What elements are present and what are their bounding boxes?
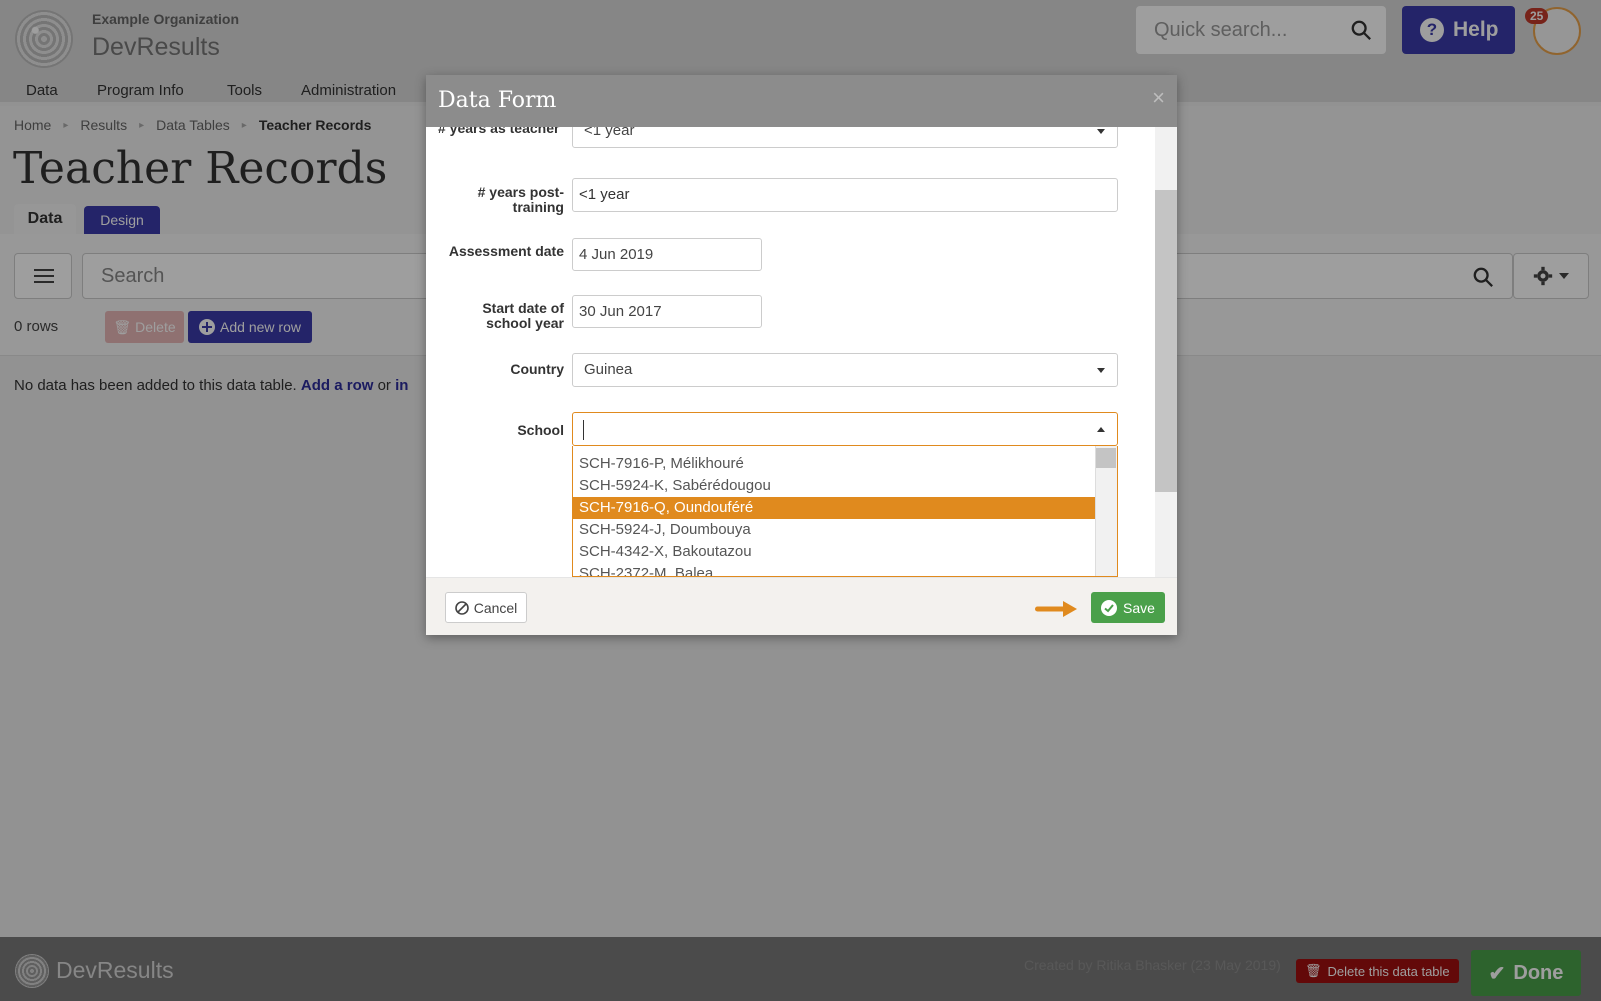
save-label: Save xyxy=(1123,599,1155,616)
caret-up-icon[interactable] xyxy=(1097,427,1105,432)
dropdown-scrollbar-thumb[interactable] xyxy=(1096,448,1116,468)
ban-icon xyxy=(454,600,469,615)
years-post-training-field[interactable]: <1 year xyxy=(572,178,1118,212)
cancel-label: Cancel xyxy=(473,599,518,616)
school-option[interactable]: SCH-5924-K, Sabérédougou xyxy=(573,475,1095,497)
modal-title: Data Form xyxy=(438,88,557,113)
cancel-button[interactable]: Cancel xyxy=(445,592,527,623)
assessment-date-label: Assessment date xyxy=(448,243,564,259)
school-option-highlighted[interactable]: SCH-7916-Q, Oundouféré xyxy=(573,497,1095,519)
school-dropdown-list: SCH-7916-P, Mélikhouré SCH-5924-K, Sabér… xyxy=(572,446,1118,577)
country-value: Guinea xyxy=(584,361,633,378)
dropdown-scrollbar[interactable] xyxy=(1095,446,1117,576)
arrow-right-icon xyxy=(1035,601,1077,617)
school-option[interactable]: SCH-2372-M, Balea xyxy=(573,563,1095,576)
school-option[interactable]: SCH-7916-P, Mélikhouré xyxy=(573,453,1095,475)
assessment-date-field[interactable]: 4 Jun 2019 xyxy=(572,238,762,271)
years-teacher-select[interactable]: <1 year xyxy=(572,127,1118,148)
modal-footer: Cancel Save xyxy=(426,577,1177,635)
start-date-field[interactable]: 30 Jun 2017 xyxy=(572,295,762,328)
modal-header: Data Form × xyxy=(426,75,1177,127)
text-cursor xyxy=(583,420,584,440)
caret-down-icon xyxy=(1097,129,1105,134)
school-option[interactable]: SCH-4342-X, Bakoutazou xyxy=(573,541,1095,563)
years-teacher-label: # years as teacher xyxy=(438,127,560,136)
save-button[interactable]: Save xyxy=(1091,592,1165,623)
school-combobox[interactable] xyxy=(572,412,1118,446)
modal-scrollbar-thumb[interactable] xyxy=(1155,190,1177,492)
caret-down-icon xyxy=(1097,368,1105,373)
check-circle-icon xyxy=(1101,599,1118,616)
country-select[interactable]: Guinea xyxy=(572,353,1118,387)
modal-body: # years as teacher <1 year # years post-… xyxy=(426,127,1177,577)
school-option[interactable]: SCH-5924-J, Doumbouya xyxy=(573,519,1095,541)
years-post-training-label: # years post-training xyxy=(477,184,564,215)
data-form-modal: Data Form × # years as teacher <1 year #… xyxy=(426,75,1177,635)
years-teacher-value: <1 year xyxy=(584,127,635,139)
close-icon[interactable]: × xyxy=(1152,85,1165,111)
country-label: Country xyxy=(510,361,564,377)
school-label: School xyxy=(517,422,564,438)
start-date-label: Start date of school year xyxy=(482,300,564,331)
